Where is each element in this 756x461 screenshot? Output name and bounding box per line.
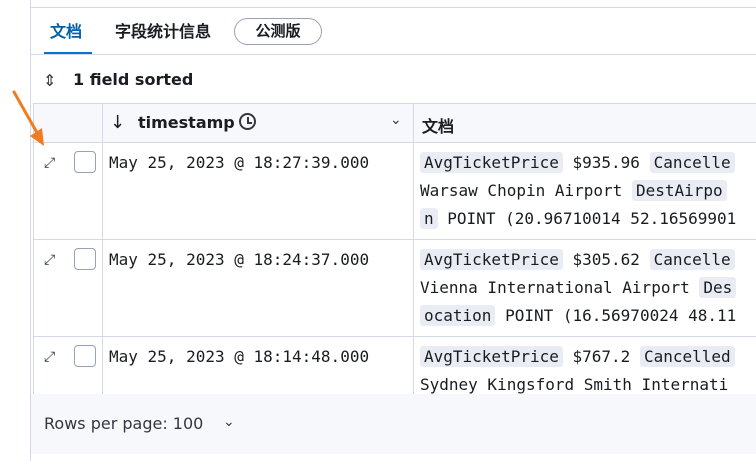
document-cell: AvgTicketPrice $305.62 Cancelle Vienna I… (420, 246, 756, 330)
row-checkbox[interactable] (74, 345, 96, 367)
field-key: n (420, 208, 438, 229)
discover-panel: 文档 字段统计信息 公测版 ⇕ 1 field sorted ↓ timesta… (30, 0, 756, 461)
column-header-document[interactable]: 文档 (422, 113, 454, 137)
column-menu-chevron-icon[interactable]: ⌄ (390, 112, 402, 128)
row-checkbox[interactable] (74, 151, 96, 173)
field-value: $305.62 (572, 250, 640, 269)
grid-footer: Rows per page: 100 ⌄ (31, 394, 756, 454)
clock-icon (239, 113, 256, 130)
timestamp-cell: May 25, 2023 @ 18:27:39.000 (109, 153, 370, 172)
data-grid: ↓ timestamp ⌄ 文档 ⤢ May 25, 2023 @ 18:27:… (33, 103, 756, 395)
tab-bar: 文档 字段统计信息 公测版 (31, 8, 756, 55)
field-key: Cancelled (639, 346, 735, 367)
sort-desc-icon[interactable]: ↓ (110, 112, 125, 133)
field-key: AvgTicketPrice (420, 249, 563, 270)
field-value: $767.2 (572, 347, 631, 366)
field-key: ocation (420, 305, 496, 326)
sort-button[interactable]: 1 field sorted (73, 70, 193, 89)
field-value: POINT (16.56970024 48.11 (505, 306, 737, 325)
sort-toolbar: ⇕ 1 field sorted (31, 55, 756, 103)
expand-icon[interactable]: ⤢ (44, 349, 55, 365)
expand-icon[interactable]: ⤢ (44, 252, 55, 268)
chevron-down-icon[interactable]: ⌄ (223, 414, 235, 430)
table-row: ⤢ May 25, 2023 @ 18:27:39.000 AvgTicketP… (34, 143, 756, 240)
field-key: Cancelle (649, 249, 735, 270)
row-checkbox[interactable] (74, 248, 96, 270)
field-value: Warsaw Chopin Airport (420, 181, 623, 200)
table-row: ⤢ May 25, 2023 @ 18:14:48.000 AvgTicketP… (34, 337, 756, 394)
field-key: Cancelle (649, 152, 735, 173)
beta-badge: 公测版 (234, 18, 322, 45)
field-key: AvgTicketPrice (420, 152, 563, 173)
document-cell: AvgTicketPrice $935.96 Cancelle Warsaw C… (420, 149, 756, 233)
table-row: ⤢ May 25, 2023 @ 18:24:37.000 AvgTicketP… (34, 240, 756, 337)
field-key: Des (699, 277, 737, 298)
field-value: POINT (20.96710014 52.16569901 (447, 209, 737, 228)
grid-header: ↓ timestamp ⌄ 文档 (34, 104, 756, 143)
timestamp-cell: May 25, 2023 @ 18:24:37.000 (109, 250, 370, 269)
field-key: DestAirpo (631, 180, 727, 201)
field-key: AvgTicketPrice (420, 346, 563, 367)
field-value: Sydney Kingsford Smith Internati (420, 375, 729, 394)
rows-per-page-button[interactable]: Rows per page: 100 (44, 414, 203, 433)
column-header-timestamp[interactable]: timestamp (138, 113, 235, 132)
tab-field-statistics[interactable]: 字段统计信息 (115, 22, 211, 42)
field-value: Vienna International Airport (420, 278, 690, 297)
document-cell: AvgTicketPrice $767.2 Cancelled Sydney K… (420, 343, 756, 394)
field-value: $935.96 (572, 153, 640, 172)
timestamp-cell: May 25, 2023 @ 18:14:48.000 (109, 347, 370, 366)
annotation-arrow-icon (12, 90, 44, 146)
